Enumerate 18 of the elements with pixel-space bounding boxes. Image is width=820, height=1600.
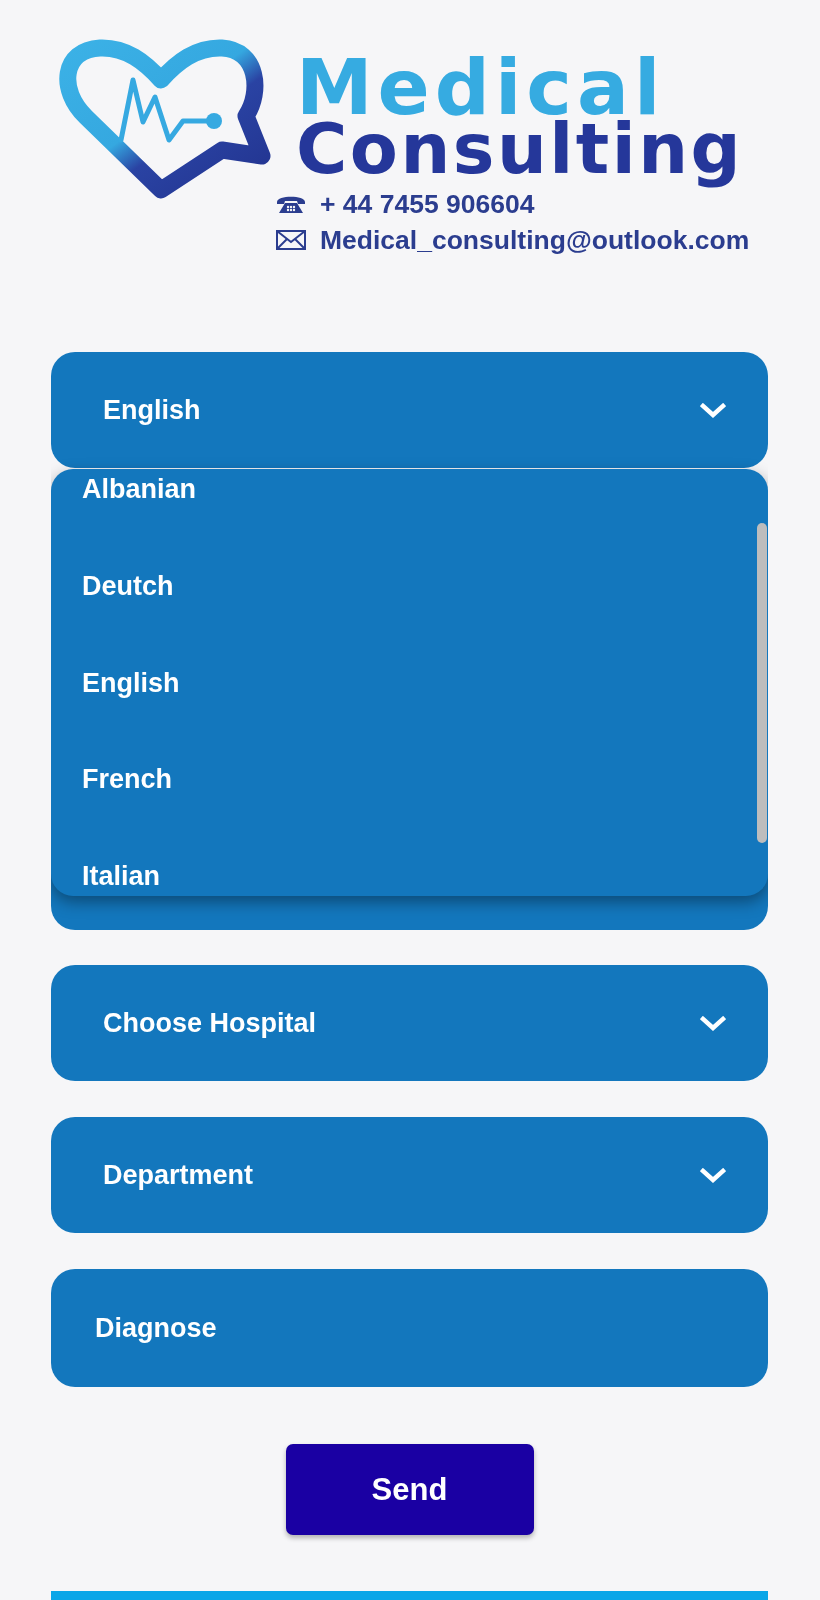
select-field[interactable]: Choose Hospital (51, 965, 768, 1081)
telephone-icon (276, 194, 306, 214)
chevron-down-icon (700, 1015, 726, 1031)
chevron-down-icon (700, 402, 726, 418)
menu-option[interactable]: Italian (82, 861, 161, 891)
menu-option[interactable]: Deutch (82, 570, 174, 601)
envelope-icon (276, 230, 306, 250)
phone-number: + 44 7455 906604 (320, 188, 535, 221)
text-field[interactable]: Diagnose (51, 1269, 768, 1387)
chevron-down-icon (700, 1167, 726, 1183)
scrollbar-thumb[interactable] (757, 523, 767, 843)
menu-option[interactable]: French (82, 764, 173, 795)
select-field[interactable]: Department (51, 1117, 768, 1233)
send-button[interactable]: Send (285, 1444, 534, 1535)
language-select[interactable]: English (51, 352, 768, 468)
menu-option[interactable]: English (82, 667, 180, 698)
email-address: Medical_consulting@outlook.com (320, 224, 750, 257)
menu-option[interactable]: Albanian (82, 474, 196, 504)
